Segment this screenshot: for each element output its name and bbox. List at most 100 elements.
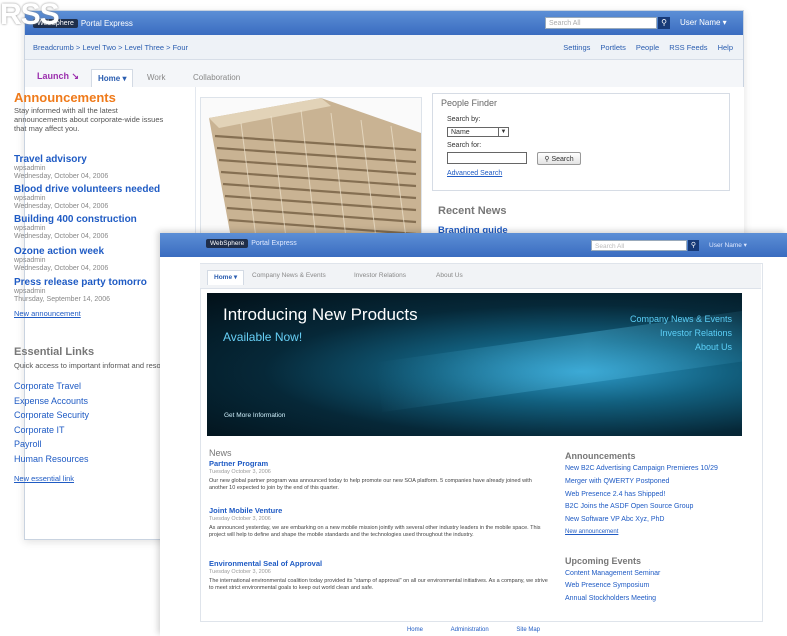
hero-link-investor-relations[interactable]: Investor Relations [630, 326, 732, 340]
people-finder-title: People Finder [441, 98, 498, 108]
news-item: Partner Program Tuesday October 3, 2006 … [209, 459, 549, 492]
upcoming-event-link[interactable]: Content Management Seminar [565, 570, 660, 577]
news-item-title[interactable]: Environmental Seal of Approval [209, 559, 549, 568]
hero-links: Company News & Events Investor Relations… [630, 312, 732, 354]
tab-home[interactable]: Home ▾ [91, 69, 134, 88]
tab-company-news-events[interactable]: Company News & Events [252, 272, 326, 279]
announcement-title[interactable]: Travel advisory [14, 154, 108, 165]
essential-link[interactable]: Expense Accounts [14, 396, 88, 406]
search-by-value: Name [451, 129, 470, 136]
front-announcement-link[interactable]: New B2C Advertising Campaign Premieres 1… [565, 465, 718, 472]
front-search-input[interactable]: Search All [591, 240, 687, 251]
announcement-author: wpsadmin [14, 195, 46, 202]
front-announcement-link[interactable]: Merger with QWERTY Postponed [565, 478, 669, 485]
announcement-item[interactable]: Ozone action week wpsadmin Wednesday, Oc… [14, 246, 108, 273]
front-announcement-link[interactable]: New Software VP Abc Xyz, PhD [565, 516, 664, 523]
news-item-date: Tuesday October 3, 2006 [209, 569, 271, 575]
announcement-date: Wednesday, October 04, 2006 [14, 203, 109, 210]
essential-link[interactable]: Payroll [14, 439, 42, 449]
announcement-author: wpsadmin [14, 225, 46, 232]
tab-about-us[interactable]: About Us [436, 272, 463, 279]
search-by-label: Search by: [447, 116, 481, 123]
footer-links: Home Administration Site Map [160, 627, 787, 633]
portlets-link[interactable]: Portlets [600, 43, 625, 52]
news-item-date: Tuesday October 3, 2006 [209, 516, 271, 522]
front-tab-bar: Home ▾ Company News & Events Investor Re… [200, 264, 761, 289]
announcement-date: Wednesday, October 04, 2006 [14, 173, 109, 180]
search-for-input[interactable] [447, 152, 527, 164]
people-search-button-label: Search [551, 156, 574, 163]
front-header-bar: WebSphere Portal Express Search All ⚲ Us… [160, 233, 787, 257]
essential-link[interactable]: Corporate IT [14, 425, 65, 435]
news-item-title[interactable]: Joint Mobile Venture [209, 506, 549, 515]
rss-feeds-link[interactable]: RSS Feeds [669, 43, 707, 52]
announcement-title[interactable]: Ozone action week [14, 246, 108, 257]
announcement-item[interactable]: Building 400 construction wpsadmin Wedne… [14, 214, 137, 241]
new-announcement-link[interactable]: New announcement [14, 309, 81, 318]
news-item-title[interactable]: Partner Program [209, 459, 549, 468]
building-image [201, 98, 421, 238]
breadcrumb[interactable]: Breadcrumb > Level Two > Level Three > F… [33, 43, 188, 52]
advanced-search-link[interactable]: Advanced Search [447, 170, 502, 177]
announcement-item[interactable]: Blood drive volunteers needed wpsadmin W… [14, 184, 160, 211]
hero-subhead: Available Now! [223, 330, 303, 344]
news-item-body: Our new global partner program was annou… [209, 478, 532, 491]
news-item: Joint Mobile Venture Tuesday October 3, … [209, 506, 549, 539]
announcement-title[interactable]: Building 400 construction [14, 214, 137, 225]
footer-site-map-link[interactable]: Site Map [516, 627, 540, 633]
hero-headline: Introducing New Products [223, 305, 418, 324]
announcement-date: Thursday, September 14, 2006 [14, 296, 110, 303]
get-more-information-link[interactable]: Get More Information [224, 412, 285, 419]
essential-link[interactable]: Corporate Travel [14, 381, 81, 391]
tab-home[interactable]: Home ▾ [207, 270, 245, 285]
news-title: News [209, 448, 232, 458]
people-link[interactable]: People [636, 43, 659, 52]
front-brand: WebSphere Portal Express [206, 239, 297, 248]
news-item-body: The international environmental coalitio… [209, 578, 548, 591]
product-name: Portal Express [251, 240, 297, 247]
announcement-item[interactable]: Travel advisory wpsadmin Wednesday, Octo… [14, 154, 108, 181]
people-finder-portlet: People Finder Search by: Name ▼ Search f… [432, 93, 730, 191]
tab-work[interactable]: Work [147, 69, 166, 87]
back-header-bar: WebSphere Portal Express Search All ⚲ Us… [25, 11, 743, 35]
upcoming-event-link[interactable]: Web Presence Symposium [565, 582, 649, 589]
launch-menu[interactable]: Launch ↘ [37, 71, 79, 82]
front-announcement-link[interactable]: Web Presence 2.4 has Shipped! [565, 491, 665, 498]
front-announcements-title: Announcements [565, 451, 636, 461]
announcement-title[interactable]: Press release party tomorro [14, 277, 160, 288]
hero-banner: Introducing New Products Available Now! … [207, 293, 742, 436]
upcoming-event-link[interactable]: Annual Stockholders Meeting [565, 595, 656, 602]
back-search-input[interactable]: Search All [545, 17, 657, 29]
announcement-author: wpsadmin [14, 165, 46, 172]
tab-investor-relations[interactable]: Investor Relations [354, 272, 406, 279]
footer-home-link[interactable]: Home [407, 627, 423, 633]
announcement-date: Wednesday, October 04, 2006 [14, 265, 109, 272]
search-by-select[interactable]: Name ▼ [447, 127, 509, 137]
essential-links-title: Essential Links [14, 346, 95, 358]
user-menu[interactable]: User Name ▾ [709, 241, 747, 249]
essential-link[interactable]: Human Resources [14, 454, 89, 464]
new-essential-link[interactable]: New essential link [14, 474, 74, 483]
rss-overlay-text: RSS [0, 0, 60, 31]
settings-link[interactable]: Settings [563, 43, 590, 52]
search-icon[interactable]: ⚲ [688, 240, 699, 251]
back-breadcrumb-bar: Breadcrumb > Level Two > Level Three > F… [25, 35, 743, 60]
announcement-item[interactable]: Press release party tomorro wpsadmin Thu… [14, 277, 160, 304]
front-announcement-link[interactable]: B2C Joins the ASDF Open Source Group [565, 503, 693, 510]
footer-administration-link[interactable]: Administration [451, 627, 489, 633]
announcement-title[interactable]: Blood drive volunteers needed [14, 184, 160, 195]
dropdown-arrow-icon[interactable]: ▼ [498, 128, 508, 136]
tab-collaboration[interactable]: Collaboration [193, 69, 240, 87]
news-item: Environmental Seal of Approval Tuesday O… [209, 559, 549, 592]
front-new-announcement-link[interactable]: New announcement [565, 529, 618, 535]
hero-link-about-us[interactable]: About Us [630, 340, 732, 354]
people-search-button[interactable]: ⚲ Search [537, 152, 581, 165]
user-menu[interactable]: User Name ▾ [680, 18, 727, 27]
hero-link-company-news[interactable]: Company News & Events [630, 312, 732, 326]
announcement-author: wpsadmin [14, 288, 46, 295]
news-item-body: As announced yesterday, we are embarking… [209, 525, 541, 538]
magnifier-icon: ⚲ [544, 156, 550, 163]
search-icon[interactable]: ⚲ [658, 17, 670, 29]
help-link[interactable]: Help [718, 43, 733, 52]
essential-link[interactable]: Corporate Security [14, 410, 89, 420]
